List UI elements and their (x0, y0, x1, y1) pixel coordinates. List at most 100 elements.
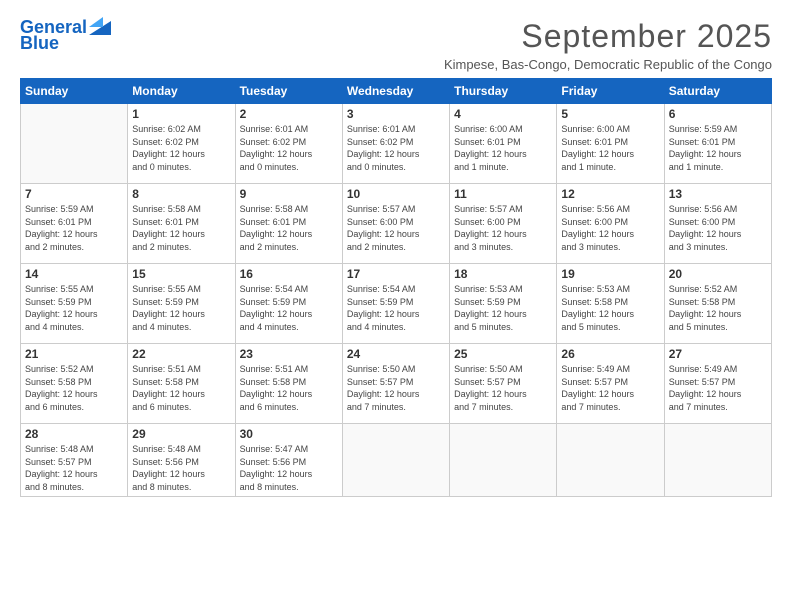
table-row: 21Sunrise: 5:52 AM Sunset: 5:58 PM Dayli… (21, 344, 128, 424)
day-number: 30 (240, 427, 338, 441)
table-row: 15 Sunrise: 5:55 AM Sunset: 5:59 PM Dayli… (128, 264, 235, 344)
day-number: 23 (240, 347, 338, 361)
month-title: September 2025 (444, 18, 772, 55)
table-row: 5Sunrise: 6:00 AM Sunset: 6:01 PM Daylig… (557, 104, 664, 184)
day-number: 3 (347, 107, 445, 121)
day-info: Sunrise: 6:00 AM Sunset: 6:01 PM Dayligh… (454, 123, 552, 173)
title-block: September 2025 Kimpese, Bas-Congo, Democ… (444, 18, 772, 72)
table-row (450, 424, 557, 497)
day-number: 26 (561, 347, 659, 361)
day-info: Sunrise: 5:54 AM Sunset: 5:59 PM Dayligh… (347, 283, 445, 333)
day-info: Sunrise: 5:51 AM Sunset: 5:58 PM Dayligh… (132, 363, 230, 413)
table-row: 12 Sunrise: 5:56 AM Sunset: 6:00 PM Dayli… (557, 184, 664, 264)
day-info: Sunrise: 5:49 AM Sunset: 5:57 PM Dayligh… (669, 363, 767, 413)
day-info: Sunrise: 5:55 AM Sunset: 5:59 PM Dayligh… (25, 283, 123, 333)
day-number: 18 (454, 267, 552, 281)
day-info: Sunrise: 5:55 AM Sunset: 5:59 PM Dayligh… (132, 283, 230, 333)
day-info: Sunrise: 5:50 AM Sunset: 5:57 PM Dayligh… (347, 363, 445, 413)
day-number: 19 (561, 267, 659, 281)
table-row (342, 424, 449, 497)
day-number: 11 (454, 187, 552, 201)
day-info: Sunrise: 5:57 AM Sunset: 6:00 PM Dayligh… (454, 203, 552, 253)
table-row: 19 Sunrise: 5:53 AM Sunset: 5:58 PM Dayli… (557, 264, 664, 344)
table-row: 2Sunrise: 6:01 AM Sunset: 6:02 PM Daylig… (235, 104, 342, 184)
table-row: 14Sunrise: 5:55 AM Sunset: 5:59 PM Dayli… (21, 264, 128, 344)
calendar: Sunday Monday Tuesday Wednesday Thursday… (20, 78, 772, 497)
day-info: Sunrise: 5:58 AM Sunset: 6:01 PM Dayligh… (132, 203, 230, 253)
table-row: 13 Sunrise: 5:56 AM Sunset: 6:00 PM Dayli… (664, 184, 771, 264)
day-info: Sunrise: 5:48 AM Sunset: 5:57 PM Dayligh… (25, 443, 123, 493)
header: General Blue September 2025 Kimpese, Bas… (20, 18, 772, 72)
subtitle: Kimpese, Bas-Congo, Democratic Republic … (444, 57, 772, 72)
table-row: 25 Sunrise: 5:50 AM Sunset: 5:57 PM Dayli… (450, 344, 557, 424)
logo-blue: Blue (20, 34, 59, 54)
day-number: 6 (669, 107, 767, 121)
day-number: 24 (347, 347, 445, 361)
table-row: 11 Sunrise: 5:57 AM Sunset: 6:00 PM Dayli… (450, 184, 557, 264)
col-friday: Friday (557, 79, 664, 104)
day-info: Sunrise: 5:54 AM Sunset: 5:59 PM Dayligh… (240, 283, 338, 333)
day-number: 29 (132, 427, 230, 441)
table-row (664, 424, 771, 497)
day-number: 5 (561, 107, 659, 121)
table-row: 30 Sunrise: 5:47 AM Sunset: 5:56 PM Dayli… (235, 424, 342, 497)
col-saturday: Saturday (664, 79, 771, 104)
table-row: 17 Sunrise: 5:54 AM Sunset: 5:59 PM Dayli… (342, 264, 449, 344)
day-number: 25 (454, 347, 552, 361)
table-row: 27 Sunrise: 5:49 AM Sunset: 5:57 PM Dayli… (664, 344, 771, 424)
day-info: Sunrise: 5:47 AM Sunset: 5:56 PM Dayligh… (240, 443, 338, 493)
table-row: 18 Sunrise: 5:53 AM Sunset: 5:59 PM Dayli… (450, 264, 557, 344)
day-info: Sunrise: 6:01 AM Sunset: 6:02 PM Dayligh… (240, 123, 338, 173)
day-number: 22 (132, 347, 230, 361)
day-number: 12 (561, 187, 659, 201)
day-number: 7 (25, 187, 123, 201)
day-number: 1 (132, 107, 230, 121)
day-info: Sunrise: 6:01 AM Sunset: 6:02 PM Dayligh… (347, 123, 445, 173)
table-row: 6Sunrise: 5:59 AM Sunset: 6:01 PM Daylig… (664, 104, 771, 184)
day-info: Sunrise: 5:53 AM Sunset: 5:58 PM Dayligh… (561, 283, 659, 333)
table-row: 29 Sunrise: 5:48 AM Sunset: 5:56 PM Dayli… (128, 424, 235, 497)
day-number: 28 (25, 427, 123, 441)
table-row: 3 Sunrise: 6:01 AM Sunset: 6:02 PM Daylig… (342, 104, 449, 184)
table-row: 8 Sunrise: 5:58 AM Sunset: 6:01 PM Daylig… (128, 184, 235, 264)
table-row: 10 Sunrise: 5:57 AM Sunset: 6:00 PM Dayli… (342, 184, 449, 264)
col-thursday: Thursday (450, 79, 557, 104)
day-info: Sunrise: 5:58 AM Sunset: 6:01 PM Dayligh… (240, 203, 338, 253)
table-row: 24 Sunrise: 5:50 AM Sunset: 5:57 PM Dayli… (342, 344, 449, 424)
col-wednesday: Wednesday (342, 79, 449, 104)
day-info: Sunrise: 5:56 AM Sunset: 6:00 PM Dayligh… (669, 203, 767, 253)
day-number: 8 (132, 187, 230, 201)
day-info: Sunrise: 5:59 AM Sunset: 6:01 PM Dayligh… (25, 203, 123, 253)
col-sunday: Sunday (21, 79, 128, 104)
day-info: Sunrise: 5:48 AM Sunset: 5:56 PM Dayligh… (132, 443, 230, 493)
table-row (21, 104, 128, 184)
day-number: 27 (669, 347, 767, 361)
day-number: 13 (669, 187, 767, 201)
table-row: 22 Sunrise: 5:51 AM Sunset: 5:58 PM Dayli… (128, 344, 235, 424)
day-info: Sunrise: 5:53 AM Sunset: 5:59 PM Dayligh… (454, 283, 552, 333)
table-row: 28 Sunrise: 5:48 AM Sunset: 5:57 PM Dayli… (21, 424, 128, 497)
calendar-header-row: Sunday Monday Tuesday Wednesday Thursday… (21, 79, 772, 104)
day-info: Sunrise: 5:49 AM Sunset: 5:57 PM Dayligh… (561, 363, 659, 413)
day-number: 16 (240, 267, 338, 281)
day-number: 17 (347, 267, 445, 281)
day-number: 15 (132, 267, 230, 281)
day-number: 20 (669, 267, 767, 281)
table-row: 16 Sunrise: 5:54 AM Sunset: 5:59 PM Dayli… (235, 264, 342, 344)
table-row: 9Sunrise: 5:58 AM Sunset: 6:01 PM Daylig… (235, 184, 342, 264)
table-row: 20Sunrise: 5:52 AM Sunset: 5:58 PM Dayli… (664, 264, 771, 344)
day-number: 4 (454, 107, 552, 121)
day-info: Sunrise: 5:52 AM Sunset: 5:58 PM Dayligh… (25, 363, 123, 413)
day-info: Sunrise: 5:57 AM Sunset: 6:00 PM Dayligh… (347, 203, 445, 253)
table-row (557, 424, 664, 497)
day-number: 10 (347, 187, 445, 201)
table-row: 1 Sunrise: 6:02 AM Sunset: 6:02 PM Daylig… (128, 104, 235, 184)
day-info: Sunrise: 5:56 AM Sunset: 6:00 PM Dayligh… (561, 203, 659, 253)
table-row: 7 Sunrise: 5:59 AM Sunset: 6:01 PM Daylig… (21, 184, 128, 264)
day-info: Sunrise: 6:02 AM Sunset: 6:02 PM Dayligh… (132, 123, 230, 173)
day-info: Sunrise: 5:50 AM Sunset: 5:57 PM Dayligh… (454, 363, 552, 413)
day-info: Sunrise: 5:51 AM Sunset: 5:58 PM Dayligh… (240, 363, 338, 413)
table-row: 4 Sunrise: 6:00 AM Sunset: 6:01 PM Daylig… (450, 104, 557, 184)
table-row: 23 Sunrise: 5:51 AM Sunset: 5:58 PM Dayli… (235, 344, 342, 424)
col-monday: Monday (128, 79, 235, 104)
